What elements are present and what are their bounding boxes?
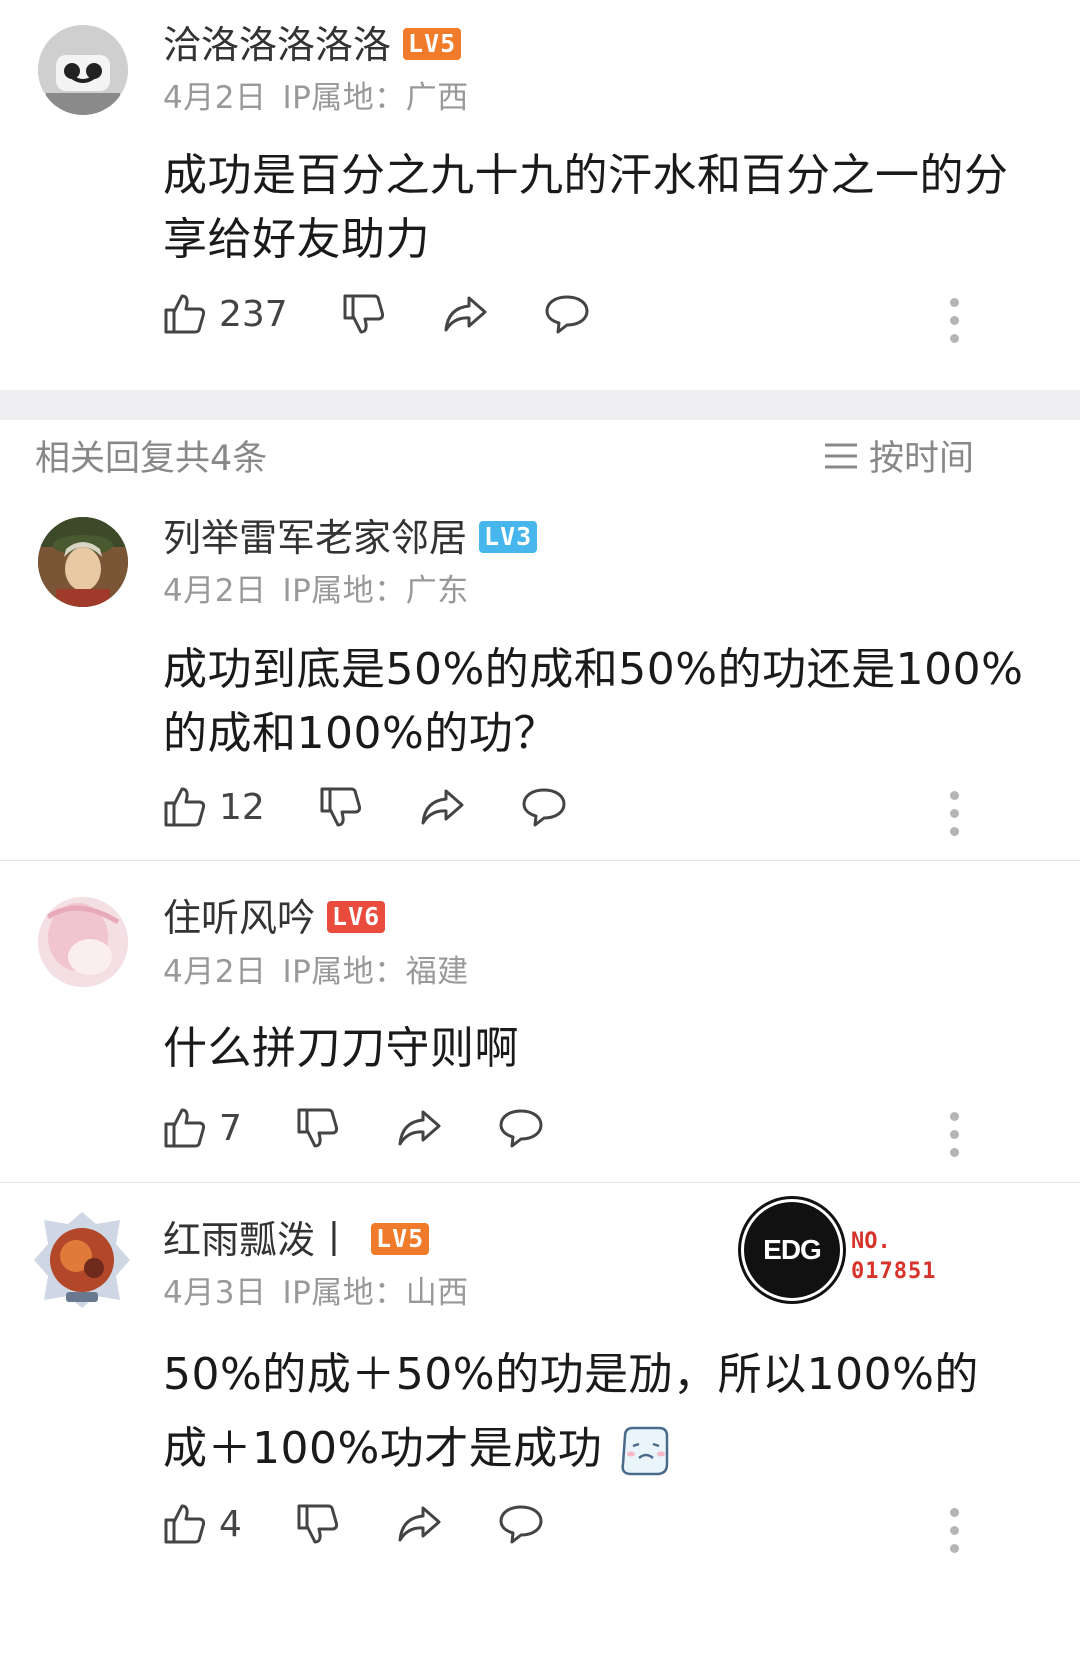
thumbs-up-icon <box>164 1504 206 1544</box>
comment-icon <box>545 295 589 334</box>
reply-button[interactable] <box>544 292 590 336</box>
share-button[interactable] <box>396 1106 442 1150</box>
share-button[interactable] <box>442 292 488 336</box>
like-count: 4 <box>219 1503 242 1545</box>
badge-number: 017851 <box>851 1259 937 1284</box>
avatar[interactable] <box>30 1208 134 1312</box>
share-icon <box>421 789 464 825</box>
comment-date: 4月2日 <box>163 80 267 116</box>
comment-meta: 4月2日 IP属地：广东 <box>163 571 469 611</box>
ip-location: IP属地：山西 <box>282 1275 469 1311</box>
reply-button[interactable] <box>498 1106 544 1150</box>
edg-logo: EDG <box>741 1199 843 1301</box>
level-badge: LV5 <box>371 1222 430 1255</box>
thumbs-up-icon <box>164 294 206 334</box>
like-button[interactable]: 12 <box>163 785 265 829</box>
sort-button[interactable]: 按时间 <box>823 430 974 481</box>
thumbs-up-icon <box>164 1108 206 1148</box>
more-icon[interactable] <box>947 1112 961 1166</box>
avatar[interactable] <box>38 897 128 987</box>
reply-button[interactable] <box>498 1502 544 1546</box>
comment-text: 成功到底是50%的成和50%的功还是100%的成和100%的功？ <box>163 644 1024 759</box>
sort-icon <box>824 443 857 468</box>
avatar[interactable] <box>38 25 128 115</box>
more-icon[interactable] <box>947 1508 961 1562</box>
comment-text: 成功是百分之九十九的汗水和百分之一的分享给好友助力 <box>163 150 1009 265</box>
emoji-icon <box>621 1426 669 1476</box>
username[interactable]: 洽洛洛洛洛洛 LV5 <box>163 22 462 68</box>
share-icon <box>398 1110 441 1146</box>
section-separator <box>0 390 1080 420</box>
fan-badge[interactable]: EDG NO. 017851 <box>741 1199 941 1301</box>
username[interactable]: 红雨瓢泼丨 LV5 <box>163 1217 430 1263</box>
more-icon[interactable] <box>947 298 961 352</box>
like-button[interactable]: 7 <box>163 1106 242 1150</box>
like-button[interactable]: 237 <box>163 292 288 336</box>
badge-no-label: NO. <box>851 1229 891 1254</box>
divider <box>0 1182 1080 1183</box>
username[interactable]: 列举雷军老家邻居 LV3 <box>163 515 538 561</box>
comment-meta: 4月2日 IP属地：广西 <box>163 78 469 118</box>
edg-logo-text: EDG <box>763 1234 822 1265</box>
thumbs-down-icon <box>320 787 361 827</box>
share-icon <box>398 1506 441 1542</box>
thumbs-down-icon <box>343 294 384 334</box>
divider <box>0 860 1080 861</box>
comment-meta: 4月3日 IP属地：山西 <box>163 1273 469 1313</box>
comment-meta: 4月2日 IP属地：福建 <box>163 952 469 992</box>
username[interactable]: 住听风吟 LV6 <box>163 895 386 941</box>
share-button[interactable] <box>396 1502 442 1546</box>
ip-location: IP属地：广东 <box>282 573 469 609</box>
dislike-button[interactable] <box>342 292 386 336</box>
sort-label: 按时间 <box>868 439 974 479</box>
thumbs-down-icon <box>297 1504 338 1544</box>
comment-date: 4月3日 <box>163 1275 267 1311</box>
dislike-button[interactable] <box>296 1502 340 1546</box>
comment-icon <box>522 788 566 827</box>
level-badge: LV6 <box>327 900 386 933</box>
replies-count: 相关回复共4条 <box>35 439 268 479</box>
level-badge: LV3 <box>479 520 538 553</box>
thumbs-up-icon <box>164 787 206 827</box>
share-icon <box>444 296 487 332</box>
share-button[interactable] <box>419 785 465 829</box>
dislike-button[interactable] <box>319 785 363 829</box>
comment-icon <box>499 1109 543 1148</box>
like-count: 7 <box>219 1107 242 1149</box>
comment-date: 4月2日 <box>163 954 267 990</box>
reply-button[interactable] <box>521 785 567 829</box>
like-count: 237 <box>219 293 288 335</box>
thumbs-down-icon <box>297 1108 338 1148</box>
comment-text: 什么拼刀刀守则啊 <box>163 1023 519 1074</box>
level-badge: LV5 <box>403 27 462 60</box>
ip-location: IP属地：福建 <box>282 954 469 990</box>
like-button[interactable]: 4 <box>163 1502 242 1546</box>
avatar[interactable] <box>38 517 128 607</box>
ip-location: IP属地：广西 <box>282 80 469 116</box>
comment-date: 4月2日 <box>163 573 267 609</box>
like-count: 12 <box>219 786 265 828</box>
comment-text: 50%的成＋50%的功是劢，所以100%的成＋100%功才是成功 <box>163 1338 1023 1486</box>
comment-icon <box>499 1505 543 1544</box>
more-icon[interactable] <box>947 791 961 845</box>
dislike-button[interactable] <box>296 1106 340 1150</box>
